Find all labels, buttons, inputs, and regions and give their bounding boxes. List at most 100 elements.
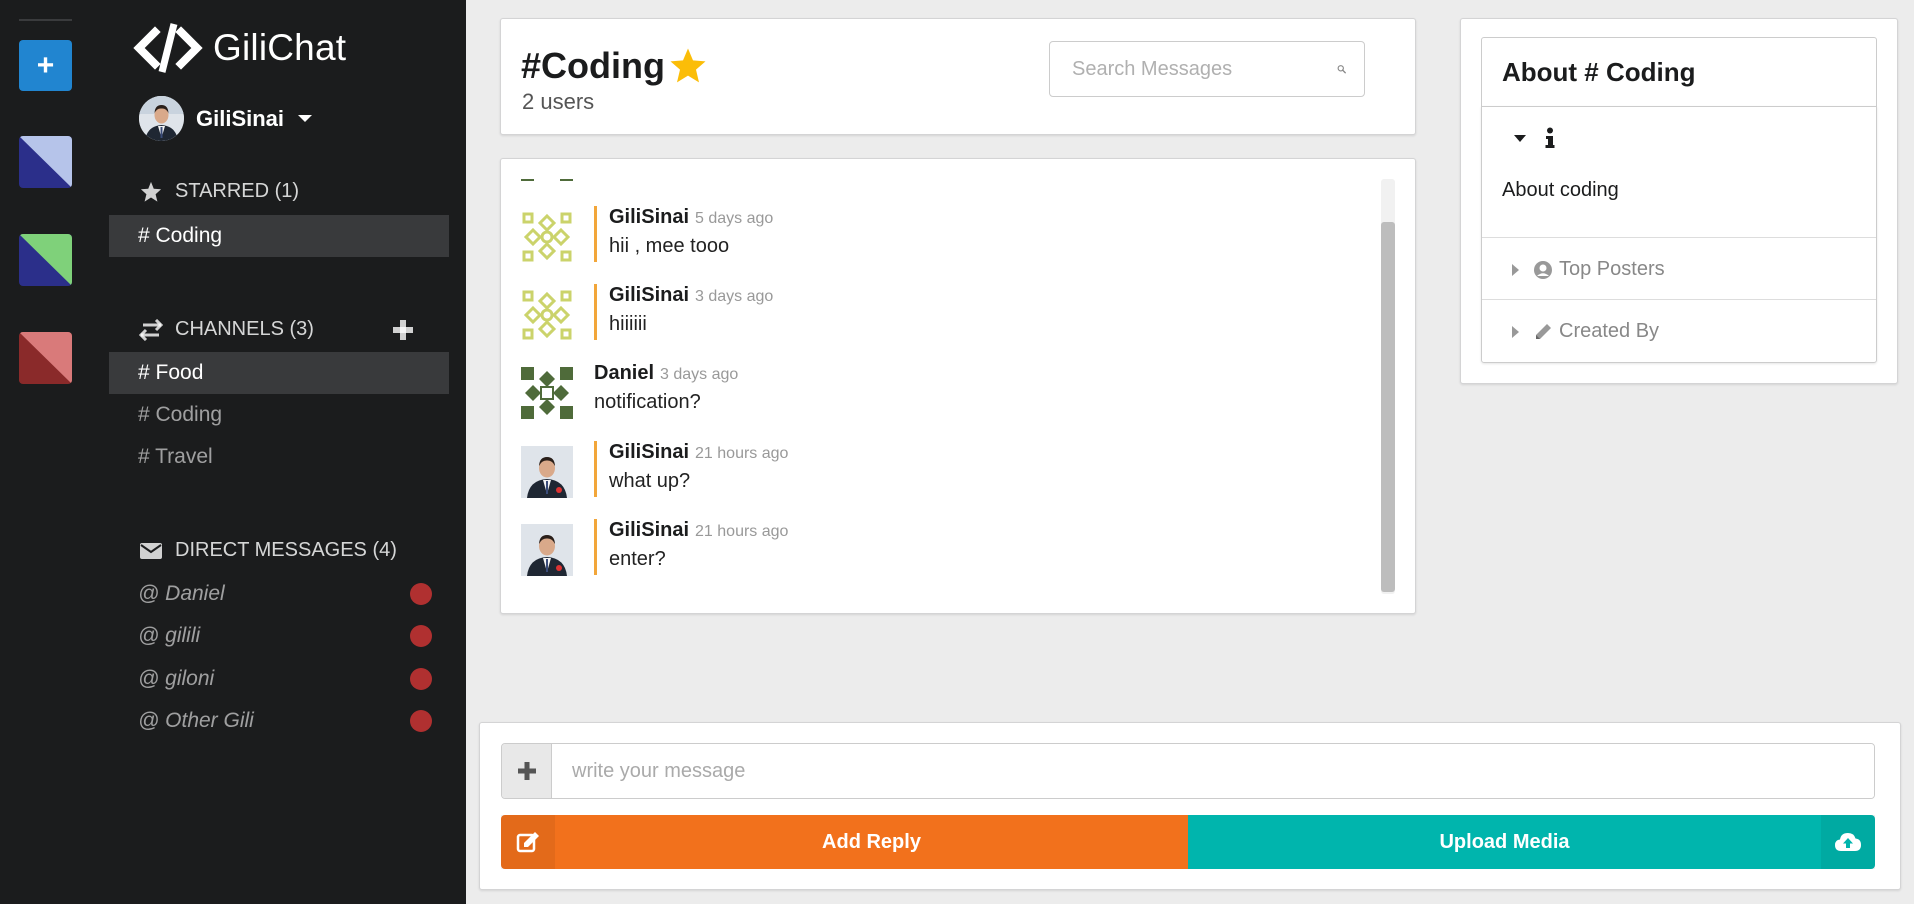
message-author[interactable]: Daniel <box>594 362 654 384</box>
direct-messages-title: DIRECT MESSAGES (4) <box>175 539 397 561</box>
message-time: 5 days ago <box>695 210 774 227</box>
top-posters-label: Top Posters <box>1559 258 1665 280</box>
avatar <box>521 524 573 576</box>
sidebar-item-dm-gilili[interactable]: @ gilili <box>109 615 449 657</box>
sidebar-item-coding[interactable]: # Coding <box>109 394 449 436</box>
search-input[interactable] <box>1050 42 1337 96</box>
add-reply-label: Add Reply <box>822 830 921 853</box>
brand: GiliChat <box>133 20 346 76</box>
channel-header: #Coding 2 users <box>500 18 1416 135</box>
sidebar-item-label: # Travel <box>138 445 213 468</box>
unread-dot <box>410 668 432 690</box>
sidebar-item-dm-giloni[interactable]: @ giloni <box>109 658 449 700</box>
sidebar: GiliChat GiliSinai STARRED (1) # Coding <box>91 0 466 904</box>
unread-dot <box>410 625 432 647</box>
avatar <box>139 96 184 141</box>
unread-dot <box>410 583 432 605</box>
sidebar-item-dm-other-gili[interactable]: @ Other Gili <box>109 700 449 742</box>
avatar <box>521 179 573 181</box>
team-avatar-2[interactable] <box>19 234 72 286</box>
rail-divider <box>19 19 72 21</box>
compose-panel: Add Reply Upload Media <box>479 722 1901 890</box>
sidebar-item-label: @ Other Gili <box>138 709 254 732</box>
scrollbar[interactable] <box>1381 179 1395 594</box>
add-reply-button[interactable]: Add Reply <box>501 815 1188 869</box>
message-text: hii , mee tooo <box>609 235 730 257</box>
caret-right-icon <box>1512 263 1519 276</box>
message-author[interactable]: GiliSinai <box>609 206 689 228</box>
sidebar-item-label: # Coding <box>138 224 223 247</box>
message-body: GiliSinai 5 days ago hii , mee tooo <box>594 206 773 262</box>
team-avatar-1[interactable] <box>19 136 72 188</box>
upload-media-label: Upload Media <box>1439 830 1570 853</box>
add-channel-icon[interactable] <box>391 318 415 342</box>
sidebar-item-food[interactable]: # Food <box>109 352 449 394</box>
search-icon[interactable] <box>1337 57 1346 81</box>
message-time: 3 days ago <box>695 288 774 305</box>
message-item: GiliSinai 5 days ago hii , mee tooo <box>521 206 1371 266</box>
search-box <box>1049 41 1365 97</box>
channels-title: CHANNELS (3) <box>175 318 314 340</box>
plus-icon[interactable] <box>502 744 552 798</box>
message-item: GiliSinai 3 days ago hiiiiii <box>521 284 1371 344</box>
direct-messages-header: DIRECT MESSAGES (4) <box>139 539 397 562</box>
avatar <box>521 446 573 498</box>
star-icon[interactable] <box>667 46 709 86</box>
channel-user-count: 2 users <box>522 89 595 114</box>
sidebar-item-travel[interactable]: # Travel <box>109 436 449 478</box>
code-icon <box>133 23 203 73</box>
message-body: Daniel 3 days ago notification? <box>594 362 738 418</box>
chevron-down-icon[interactable] <box>298 115 313 122</box>
upload-media-button[interactable]: Upload Media <box>1188 815 1875 869</box>
channel-title: #Coding <box>521 45 709 87</box>
message-text: notification? <box>594 391 701 413</box>
mail-icon <box>140 542 162 559</box>
channel-name: #Coding <box>521 45 665 86</box>
add-team-button[interactable]: + <box>19 40 72 91</box>
team-rail: + <box>0 0 91 904</box>
message-list[interactable]: GiliSinai 5 days ago hii , mee tooo GiliS… <box>501 179 1381 599</box>
message-text: enter? <box>609 548 666 570</box>
sidebar-item-dm-daniel[interactable]: @ Daniel <box>109 573 449 615</box>
accordion-info: About coding <box>1482 107 1876 238</box>
app-name: GiliChat <box>213 27 347 68</box>
star-icon <box>140 181 162 202</box>
accordion-info-title[interactable] <box>1514 127 1556 149</box>
messages-panel: GiliSinai 5 days ago hii , mee tooo GiliS… <box>500 158 1416 614</box>
message-time: 21 hours ago <box>695 445 789 462</box>
message-text: what up? <box>609 470 691 492</box>
cloud-upload-icon <box>1821 815 1875 869</box>
message-time: 3 days ago <box>660 366 739 383</box>
user-menu[interactable]: GiliSinai <box>139 96 313 141</box>
channels-header: CHANNELS (3) <box>139 318 314 341</box>
scrollbar-thumb[interactable] <box>1381 222 1395 592</box>
user-name: GiliSinai <box>196 105 285 131</box>
avatar <box>521 289 573 341</box>
accordion-top-posters-title[interactable]: Top Posters <box>1512 258 1665 281</box>
starred-header: STARRED (1) <box>139 180 299 203</box>
message-text: hiiiiii <box>609 313 647 335</box>
sidebar-item-label: @ Daniel <box>138 582 225 605</box>
starred-title: STARRED (1) <box>175 180 300 202</box>
edit-icon <box>501 815 555 869</box>
message-author[interactable]: GiliSinai <box>609 519 689 541</box>
sidebar-item-starred-coding[interactable]: # Coding <box>109 215 449 257</box>
about-title: About # Coding <box>1481 37 1877 107</box>
caret-right-icon <box>1512 325 1519 338</box>
message-body: GiliSinai 3 days ago hiiiiii <box>594 284 773 340</box>
avatar <box>521 367 573 419</box>
about-accordion: About coding Top Posters Created By <box>1481 106 1877 363</box>
accordion-created-by-title[interactable]: Created By <box>1512 320 1659 343</box>
accordion-created-by: Created By <box>1482 300 1876 362</box>
about-panel: About # Coding About coding Top Posters … <box>1460 18 1898 384</box>
message-author[interactable]: GiliSinai <box>609 284 689 306</box>
team-avatar-3[interactable] <box>19 332 72 384</box>
message-time: 21 hours ago <box>695 523 789 540</box>
sidebar-item-label: @ gilili <box>138 624 201 647</box>
message-item: GiliSinai 21 hours ago what up? <box>521 441 1371 501</box>
message-input[interactable] <box>552 744 1874 798</box>
avatar <box>521 211 573 263</box>
message-item: Daniel 3 days ago notification? <box>521 362 1371 422</box>
message-author[interactable]: GiliSinai <box>609 441 689 463</box>
caret-down-icon <box>1514 134 1526 142</box>
